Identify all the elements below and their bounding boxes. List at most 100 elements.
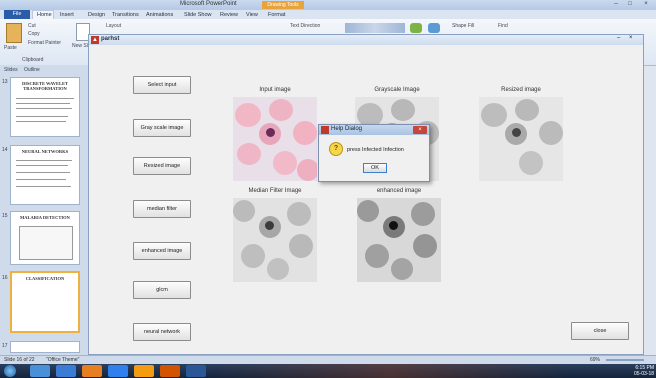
tab-file[interactable]: File — [4, 10, 30, 19]
resized-image-button[interactable]: Resized image — [133, 157, 191, 175]
blood-cell — [237, 143, 261, 165]
taskbar-wallpaper — [210, 364, 570, 378]
help-dialog: Help Dialog × ? press Infected Infection… — [318, 124, 430, 182]
gray-scale-button[interactable]: Gray scale image — [133, 119, 191, 137]
dialog-close-icon[interactable]: × — [413, 126, 427, 134]
tab-format[interactable]: Format — [268, 11, 285, 19]
close-button[interactable]: close — [571, 322, 629, 340]
find-button[interactable]: Find — [498, 23, 508, 29]
slide-number: 15 — [2, 213, 8, 219]
neural-network-button[interactable]: neural network — [133, 323, 191, 341]
text-direction-button[interactable]: Text Direction — [290, 23, 320, 29]
grayscale-image-title: Grayscale Image — [374, 87, 420, 93]
blood-cell — [289, 234, 313, 258]
tab-slide-show[interactable]: Slide Show — [184, 11, 212, 19]
pane-tab-slides[interactable]: Slides — [4, 67, 18, 74]
input-image — [233, 97, 317, 181]
tab-review[interactable]: Review — [220, 11, 238, 19]
chrome-icon[interactable] — [134, 365, 154, 377]
clock-date: 05-03-18 — [633, 371, 654, 377]
matlab-taskbar-icon[interactable] — [82, 365, 102, 377]
blood-cell — [241, 244, 265, 268]
close-icon[interactable]: × — [640, 1, 652, 8]
enhanced-image-title: enhanced image — [376, 188, 422, 194]
tab-home[interactable]: Home — [32, 10, 54, 19]
thumb-text-line — [16, 165, 68, 166]
shape-gallery[interactable] — [345, 23, 405, 33]
slide-thumbnail[interactable] — [10, 341, 80, 353]
powerpoint-icon[interactable] — [160, 365, 180, 377]
slide-number: 14 — [2, 147, 8, 153]
thumb-text-line — [16, 116, 68, 117]
layout-dropdown[interactable]: Layout — [106, 23, 121, 29]
blood-cell — [233, 200, 255, 222]
glcm-button[interactable]: glcm — [133, 281, 191, 299]
resized-image — [479, 97, 563, 181]
arrange-icon[interactable] — [428, 23, 440, 33]
blood-cell — [297, 159, 317, 181]
blood-cell — [519, 151, 543, 175]
select-input-button[interactable]: Select input — [133, 76, 191, 94]
slide-thumbnail[interactable]: DISCRETE WAVELET TRANSFORMATION — [10, 77, 80, 137]
thumb-text-line — [16, 121, 66, 122]
blood-cell — [273, 151, 297, 175]
ppt-titlebar: Microsoft PowerPoint Drawing Tools – □ × — [0, 0, 656, 10]
slide-thumbnail-selected[interactable]: CLASSIFICATION — [10, 271, 80, 333]
slide-thumb-title: MALARIA DETECTION — [20, 215, 70, 220]
blood-cell — [235, 103, 261, 127]
enhanced-image-button[interactable]: enhanced image — [133, 242, 191, 260]
tab-insert[interactable]: Insert — [60, 11, 74, 19]
blood-cell — [481, 103, 507, 127]
start-icon[interactable] — [4, 365, 16, 377]
blood-cell — [293, 121, 317, 145]
paste-icon[interactable] — [6, 23, 22, 43]
tab-transitions[interactable]: Transitions — [112, 11, 139, 19]
slide-number: 13 — [2, 79, 8, 85]
zoom-slider[interactable] — [606, 359, 644, 361]
thumb-text-line — [16, 108, 72, 109]
explorer-icon[interactable] — [30, 365, 50, 377]
slide-thumb-title: DISCRETE WAVELET TRANSFORMATION — [22, 81, 68, 91]
thumb-diagram — [19, 226, 73, 260]
window-title: Microsoft PowerPoint — [180, 1, 237, 7]
format-painter-button[interactable]: Format Painter — [28, 40, 61, 46]
figure-close-icon[interactable]: × — [629, 35, 633, 41]
slide-pane: Slides Outline 13 DISCRETE WAVELET TRANS… — [0, 65, 89, 355]
app-icon[interactable] — [108, 365, 128, 377]
tab-design[interactable]: Design — [88, 11, 105, 19]
ok-button[interactable]: OK — [363, 163, 387, 173]
slide-thumbnail[interactable]: NEURAL NETWORKS — [10, 145, 80, 205]
slide-info: Slide 16 of 22 — [4, 357, 35, 363]
app-icon[interactable] — [56, 365, 76, 377]
tab-animations[interactable]: Animations — [146, 11, 173, 19]
median-filter-button[interactable]: median filter — [133, 200, 191, 218]
shape-fill-button[interactable]: Shape Fill — [452, 23, 474, 29]
median-image-title: Median Filter Image — [248, 188, 302, 194]
figure-minimize-icon[interactable]: – — [617, 35, 620, 41]
tab-view[interactable]: View — [246, 11, 258, 19]
minimize-icon[interactable]: – — [610, 1, 622, 8]
infected-cell — [512, 128, 521, 137]
shape-style-icon[interactable] — [410, 23, 422, 33]
matlab-icon: ▲ — [91, 36, 99, 44]
system-clock[interactable]: 6:15 PM 05-03-18 — [634, 365, 654, 377]
dialog-title: Help Dialog — [331, 126, 363, 132]
thumb-text-line — [16, 186, 71, 187]
pane-tab-outline[interactable]: Outline — [24, 67, 40, 74]
figure-title: parhst — [101, 36, 120, 42]
blood-cell — [413, 234, 437, 258]
zoom-level[interactable]: 69% — [590, 357, 600, 363]
maximize-icon[interactable]: □ — [624, 1, 636, 8]
thumb-text-line — [16, 160, 72, 161]
slide-thumbnail[interactable]: MALARIA DETECTION — [10, 211, 80, 265]
contextual-tab-label: Drawing Tools — [262, 1, 304, 9]
cut-button[interactable]: Cut — [28, 23, 36, 29]
slide-number: 16 — [2, 275, 8, 281]
copy-button[interactable]: Copy — [28, 31, 40, 37]
thumb-text-line — [16, 179, 66, 180]
blood-cell — [411, 202, 435, 226]
word-icon[interactable] — [186, 365, 206, 377]
blood-cell — [391, 99, 415, 121]
tab-home-label: Home — [37, 12, 52, 18]
infected-cell — [265, 221, 274, 230]
